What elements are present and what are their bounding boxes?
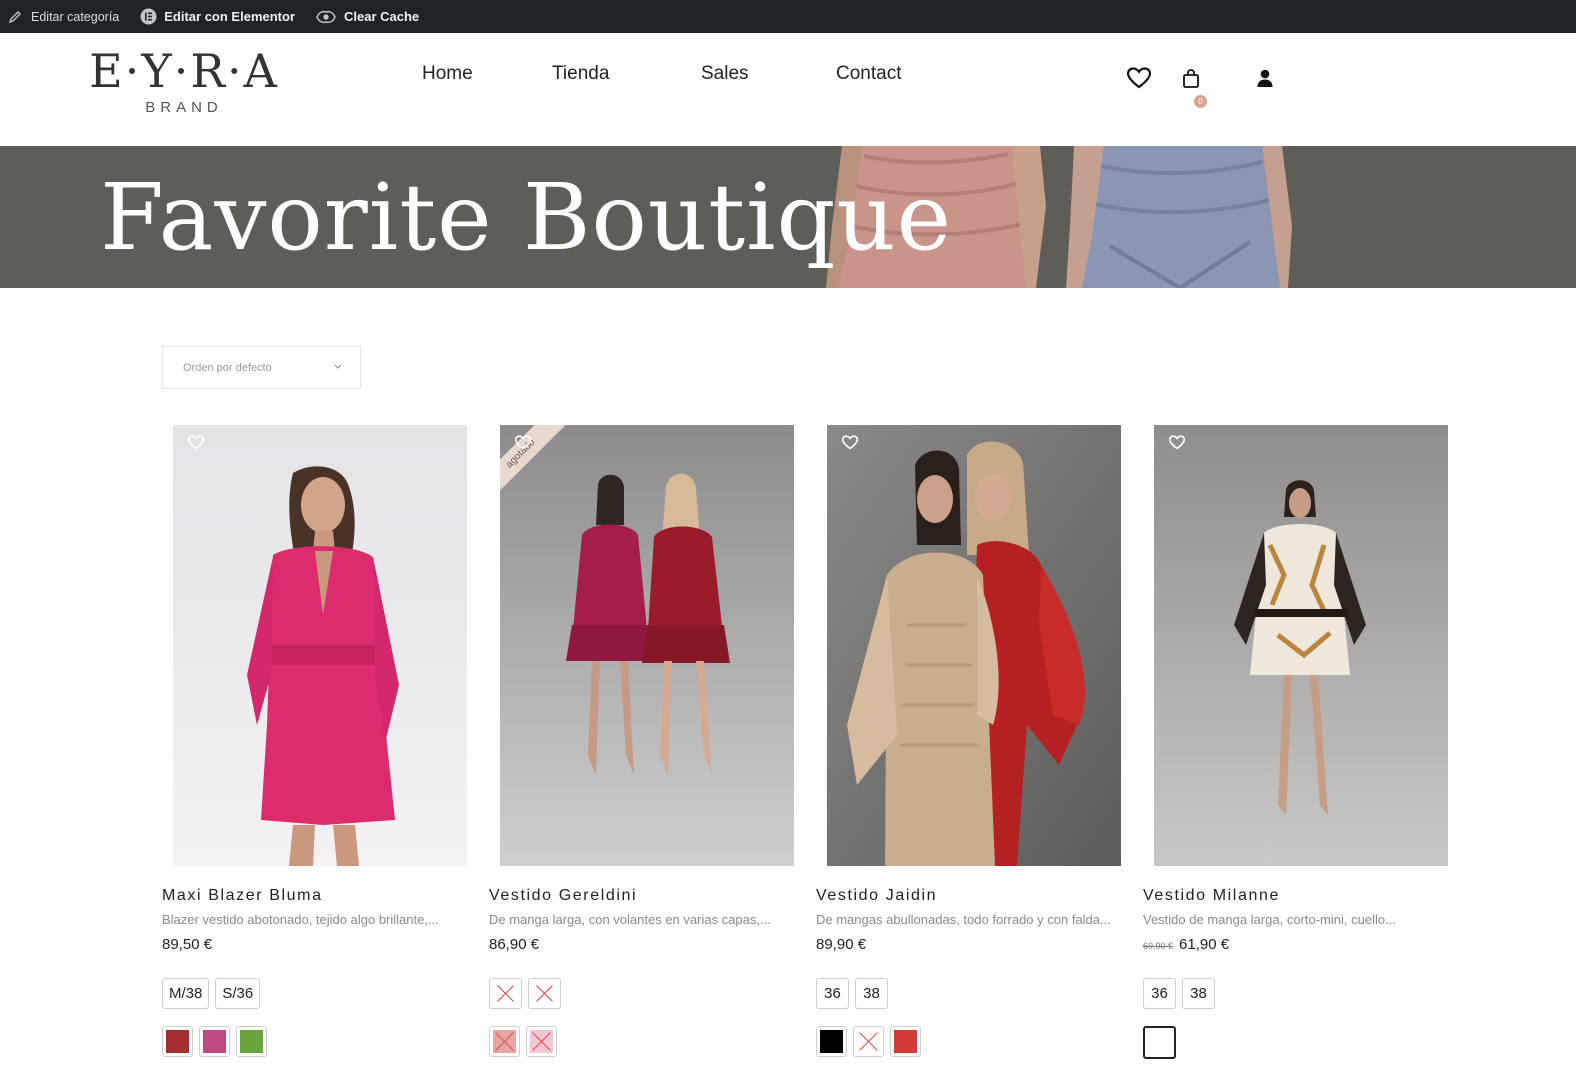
nav-tienda[interactable]: Tienda — [552, 63, 609, 85]
logo-wordmark: E·Y·R·A — [89, 44, 279, 98]
product-name[interactable]: Vestido Jaidin — [816, 887, 937, 905]
size-option[interactable]: S/36 — [215, 978, 261, 1009]
size-options: 36 38 — [816, 978, 894, 1009]
price-value: 89,50 € — [162, 936, 213, 953]
size-option[interactable]: 38 — [1182, 978, 1215, 1009]
cart-icon[interactable] — [1178, 65, 1204, 91]
sold-out-label: agotado — [500, 425, 568, 501]
unavailable-x-icon — [497, 985, 514, 1002]
heart-icon[interactable] — [1126, 65, 1152, 91]
nav-contact[interactable]: Contact — [836, 63, 901, 85]
product-name[interactable]: Vestido Gereldini — [489, 887, 637, 905]
product-image[interactable] — [827, 425, 1121, 866]
site-logo[interactable]: E·Y·R·A BRAND — [82, 43, 286, 133]
logo-subtitle: BRAND — [145, 99, 223, 116]
sort-select[interactable]: Orden por defecto — [162, 346, 361, 389]
cart-count-badge: 0 — [1194, 95, 1207, 108]
price-value: 89,90 € — [816, 936, 867, 953]
color-options — [816, 1026, 927, 1057]
product-price: 86,90 € — [489, 936, 539, 953]
admin-item-label: Editar con Elementor — [164, 9, 295, 24]
size-options — [489, 978, 567, 1009]
nav-home[interactable]: Home — [422, 63, 473, 85]
site-header: E·Y·R·A BRAND Home Tienda Sales Contact … — [0, 33, 1576, 146]
product-image[interactable]: agotado — [500, 425, 794, 866]
size-option[interactable]: 36 — [1143, 978, 1176, 1009]
product-price: 89,90 € — [816, 936, 866, 953]
wishlist-heart-icon[interactable] — [514, 435, 532, 451]
color-swatch[interactable] — [890, 1026, 921, 1057]
price-value: 86,90 € — [489, 936, 540, 953]
unavailable-x-icon — [536, 985, 553, 1002]
unavailable-x-icon — [859, 1032, 878, 1051]
color-swatch[interactable] — [199, 1026, 230, 1057]
elementor-icon — [139, 8, 157, 26]
size-options: 36 38 — [1143, 978, 1221, 1009]
color-swatch-selected[interactable] — [1143, 1026, 1176, 1059]
unavailable-x-icon — [532, 1032, 551, 1051]
color-options — [489, 1026, 563, 1057]
sold-out-badge: agotado — [500, 425, 580, 507]
size-option[interactable]: M/38 — [162, 978, 210, 1009]
admin-bar: Editar categoría Editar con Elementor Cl… — [0, 0, 1576, 33]
hero-banner: Favorite Boutique — [0, 146, 1576, 288]
nav-sales[interactable]: Sales — [701, 63, 749, 85]
size-option-unavailable[interactable] — [489, 978, 522, 1009]
admin-item-label: Editar categoría — [31, 9, 120, 24]
size-options: M/38 S/36 — [162, 978, 266, 1009]
color-options — [162, 1026, 273, 1057]
color-swatch-unavailable[interactable] — [853, 1026, 884, 1057]
chevron-down-icon — [334, 361, 342, 373]
size-option-unavailable[interactable] — [528, 978, 561, 1009]
product-name[interactable]: Maxi Blazer Bluma — [162, 887, 323, 905]
admin-item-label: Clear Cache — [344, 9, 420, 24]
color-swatch[interactable] — [816, 1026, 847, 1057]
color-swatch-unavailable[interactable] — [526, 1026, 557, 1057]
product-image[interactable] — [173, 425, 467, 866]
pencil-icon — [6, 8, 24, 26]
admin-edit-category[interactable]: Editar categoría — [6, 0, 119, 33]
sort-selected-value: Orden por defecto — [183, 361, 272, 374]
product-description: Vestido de manga larga, corto-mini, cuel… — [1143, 912, 1396, 927]
product-name[interactable]: Vestido Milanne — [1143, 887, 1280, 905]
product-image[interactable] — [1154, 425, 1448, 866]
wishlist-heart-icon[interactable] — [187, 435, 205, 451]
hero-title: Favorite Boutique — [100, 164, 953, 271]
old-price: 69,90 € — [1143, 941, 1174, 951]
color-swatch[interactable] — [162, 1026, 193, 1057]
size-option[interactable]: 38 — [855, 978, 888, 1009]
color-swatch-unavailable[interactable] — [489, 1026, 520, 1057]
product-price: 89,50 € — [162, 936, 212, 953]
wishlist-heart-icon[interactable] — [1168, 435, 1186, 451]
color-swatch[interactable] — [236, 1026, 267, 1057]
product-description: Blazer vestido abotonado, tejido algo br… — [162, 912, 439, 927]
wishlist-heart-icon[interactable] — [841, 435, 859, 451]
user-icon[interactable] — [1252, 65, 1278, 91]
color-options — [1143, 1026, 1182, 1059]
admin-clear-cache[interactable]: Clear Cache — [315, 0, 419, 33]
size-option[interactable]: 36 — [816, 978, 849, 1009]
product-description: De manga larga, con volantes en varias c… — [489, 912, 771, 927]
price-value: 61,90 € — [1179, 936, 1230, 953]
unavailable-x-icon — [495, 1032, 514, 1051]
product-description: De mangas abullonadas, todo forrado y co… — [816, 912, 1111, 927]
cache-icon — [315, 8, 337, 26]
product-price: 69,90 € 61,90 € — [1143, 936, 1229, 953]
admin-edit-elementor[interactable]: Editar con Elementor — [139, 0, 295, 33]
